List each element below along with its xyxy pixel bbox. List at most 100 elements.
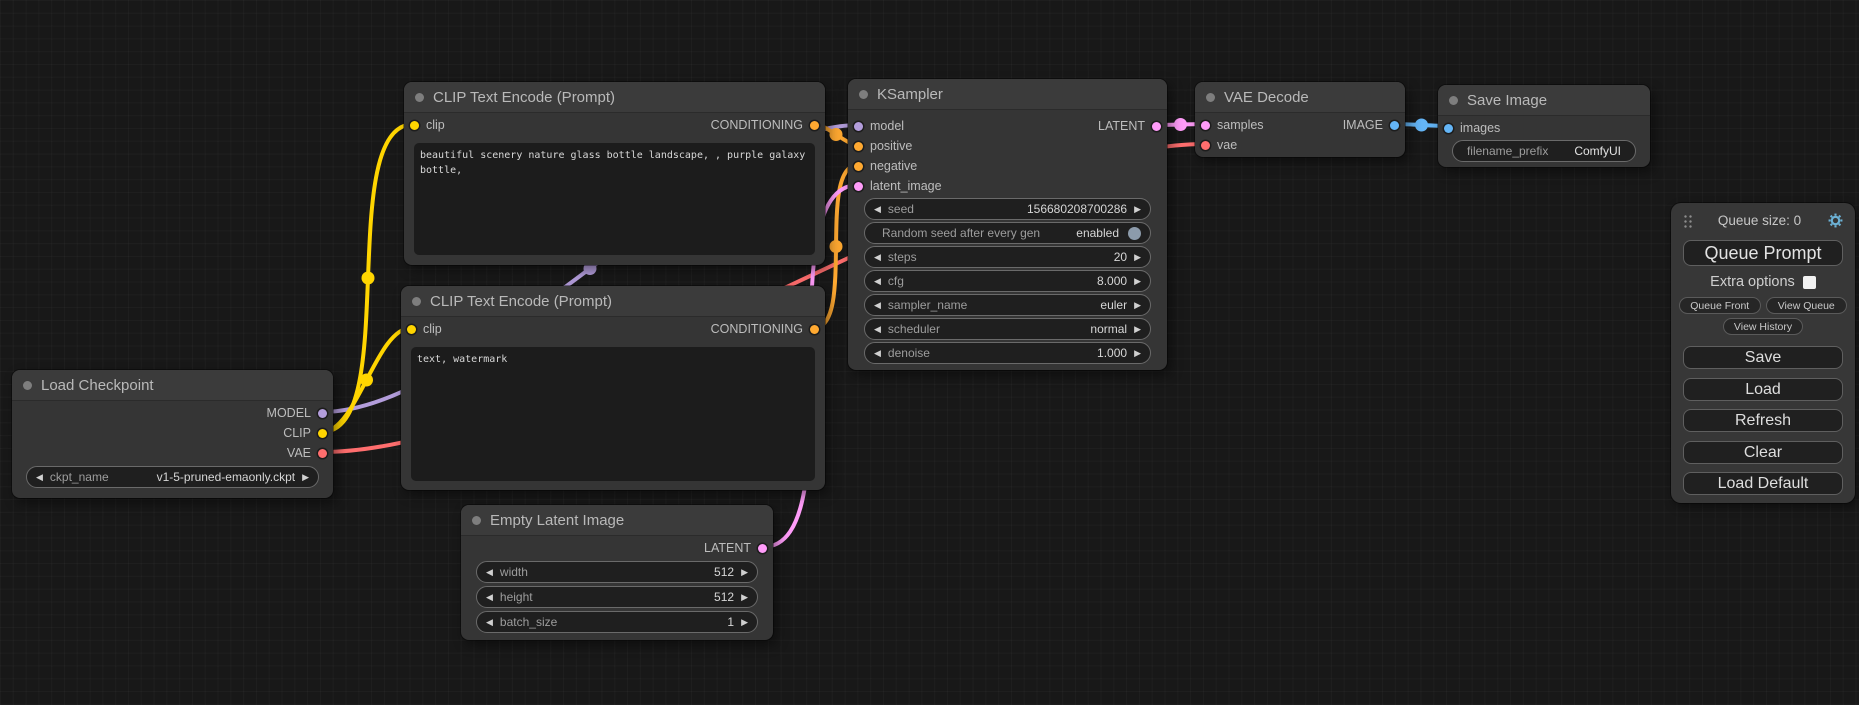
increment-arrow-icon[interactable]: ▶ xyxy=(1134,205,1141,214)
conditioning-output-port[interactable] xyxy=(810,121,819,130)
node-collapse-dot[interactable] xyxy=(1206,93,1215,102)
extra-options-checkbox[interactable] xyxy=(1803,276,1816,289)
node-title-bar[interactable]: CLIP Text Encode (Prompt) xyxy=(404,82,825,113)
model-output-port[interactable] xyxy=(318,409,327,418)
output-label-conditioning: CONDITIONING xyxy=(711,118,803,132)
link-midpoint-dot[interactable] xyxy=(1174,118,1187,131)
model-input-port[interactable] xyxy=(854,122,863,131)
decrement-arrow-icon[interactable]: ◀ xyxy=(486,568,493,577)
save-button[interactable]: Save xyxy=(1683,346,1843,369)
filename-prefix-widget[interactable]: filename_prefix ComfyUI xyxy=(1452,140,1636,162)
positive-input-port[interactable] xyxy=(854,142,863,151)
height-widget[interactable]: ◀ height 512 ▶ xyxy=(476,586,758,608)
node-collapse-dot[interactable] xyxy=(1449,96,1458,105)
node-collapse-dot[interactable] xyxy=(415,93,424,102)
node-collapse-dot[interactable] xyxy=(23,381,32,390)
input-label-vae: vae xyxy=(1217,138,1237,152)
vae-output-port[interactable] xyxy=(318,449,327,458)
link-midpoint-dot[interactable] xyxy=(362,272,375,285)
width-widget[interactable]: ◀ width 512 ▶ xyxy=(476,561,758,583)
node-vae-decode[interactable]: VAE Decode samples IMAGE vae xyxy=(1195,82,1405,157)
increment-arrow-icon[interactable]: ▶ xyxy=(1134,349,1141,358)
seed-widget[interactable]: ◀ seed 156680208700286 ▶ xyxy=(864,198,1151,220)
drag-handle[interactable] xyxy=(1682,213,1692,228)
refresh-button[interactable]: Refresh xyxy=(1683,409,1843,432)
settings-gear-icon[interactable] xyxy=(1827,212,1844,229)
steps-widget[interactable]: ◀ steps 20 ▶ xyxy=(864,246,1151,268)
node-title-bar[interactable]: VAE Decode xyxy=(1195,82,1405,113)
node-load-checkpoint[interactable]: Load Checkpoint MODEL CLIP VAE ◀ ckpt_na… xyxy=(12,370,333,498)
decrement-arrow-icon[interactable]: ◀ xyxy=(486,618,493,627)
batch-size-widget[interactable]: ◀ batch_size 1 ▶ xyxy=(476,611,758,633)
increment-arrow-icon[interactable]: ▶ xyxy=(741,568,748,577)
link-midpoint-dot[interactable] xyxy=(1415,119,1428,132)
node-ksampler[interactable]: KSampler model LATENT positive negative … xyxy=(848,79,1167,370)
decrement-arrow-icon[interactable]: ◀ xyxy=(874,277,881,286)
node-title-bar[interactable]: Empty Latent Image xyxy=(461,505,773,536)
node-title-bar[interactable]: KSampler xyxy=(848,79,1167,110)
node-clip-text-encode-positive[interactable]: CLIP Text Encode (Prompt) clip CONDITION… xyxy=(404,82,825,265)
negative-input-port[interactable] xyxy=(854,162,863,171)
load-button[interactable]: Load xyxy=(1683,378,1843,401)
decrement-arrow-icon[interactable]: ◀ xyxy=(36,473,43,482)
increment-arrow-icon[interactable]: ▶ xyxy=(741,618,748,627)
node-title: Load Checkpoint xyxy=(41,377,154,394)
link-midpoint-dot[interactable] xyxy=(830,128,843,141)
scheduler-widget[interactable]: ◀ scheduler normal ▶ xyxy=(864,318,1151,340)
load-default-button[interactable]: Load Default xyxy=(1683,472,1843,495)
toggle-enabled-dot[interactable] xyxy=(1128,227,1141,240)
decrement-arrow-icon[interactable]: ◀ xyxy=(874,325,881,334)
decrement-arrow-icon[interactable]: ◀ xyxy=(486,593,493,602)
latent-output-port[interactable] xyxy=(758,544,767,553)
negative-prompt-textarea[interactable]: text, watermark xyxy=(411,347,815,481)
positive-prompt-textarea[interactable]: beautiful scenery nature glass bottle la… xyxy=(414,143,815,255)
input-label-samples: samples xyxy=(1217,118,1264,132)
denoise-widget[interactable]: ◀ denoise 1.000 ▶ xyxy=(864,342,1151,364)
clip-output-port[interactable] xyxy=(318,429,327,438)
node-graph-canvas[interactable]: Load Checkpoint MODEL CLIP VAE ◀ ckpt_na… xyxy=(0,0,1859,705)
node-empty-latent-image[interactable]: Empty Latent Image LATENT ◀ width 512 ▶ … xyxy=(461,505,773,640)
node-collapse-dot[interactable] xyxy=(472,516,481,525)
queue-front-button[interactable]: Queue Front xyxy=(1679,297,1761,314)
increment-arrow-icon[interactable]: ▶ xyxy=(1134,277,1141,286)
samples-input-port[interactable] xyxy=(1201,121,1210,130)
conditioning-output-port[interactable] xyxy=(810,325,819,334)
output-label-conditioning: CONDITIONING xyxy=(711,322,803,336)
sampler-name-widget[interactable]: ◀ sampler_name euler ▶ xyxy=(864,294,1151,316)
node-title-bar[interactable]: Save Image xyxy=(1438,85,1650,116)
decrement-arrow-icon[interactable]: ◀ xyxy=(874,205,881,214)
ckpt-name-widget[interactable]: ◀ ckpt_name v1-5-pruned-emaonly.ckpt ▶ xyxy=(26,466,319,488)
increment-arrow-icon[interactable]: ▶ xyxy=(302,473,309,482)
increment-arrow-icon[interactable]: ▶ xyxy=(1134,253,1141,262)
latent-output-port[interactable] xyxy=(1152,122,1161,131)
widget-value: normal xyxy=(947,322,1127,336)
view-queue-button[interactable]: View Queue xyxy=(1766,297,1848,314)
input-label-latent-image: latent_image xyxy=(870,179,942,193)
decrement-arrow-icon[interactable]: ◀ xyxy=(874,253,881,262)
vae-input-port[interactable] xyxy=(1201,141,1210,150)
node-clip-text-encode-negative[interactable]: CLIP Text Encode (Prompt) clip CONDITION… xyxy=(401,286,825,490)
decrement-arrow-icon[interactable]: ◀ xyxy=(874,301,881,310)
queue-prompt-button[interactable]: Queue Prompt xyxy=(1683,240,1843,266)
node-save-image[interactable]: Save Image images filename_prefix ComfyU… xyxy=(1438,85,1650,167)
random-seed-toggle-widget[interactable]: Random seed after every gen enabled xyxy=(864,222,1151,244)
increment-arrow-icon[interactable]: ▶ xyxy=(1134,325,1141,334)
link-midpoint-dot[interactable] xyxy=(360,374,373,387)
view-history-button[interactable]: View History xyxy=(1723,318,1803,335)
node-title-bar[interactable]: Load Checkpoint xyxy=(12,370,333,401)
clip-input-port[interactable] xyxy=(407,325,416,334)
output-label-image: IMAGE xyxy=(1343,118,1383,132)
increment-arrow-icon[interactable]: ▶ xyxy=(741,593,748,602)
clip-input-port[interactable] xyxy=(410,121,419,130)
node-collapse-dot[interactable] xyxy=(412,297,421,306)
clear-button[interactable]: Clear xyxy=(1683,441,1843,464)
increment-arrow-icon[interactable]: ▶ xyxy=(1134,301,1141,310)
cfg-widget[interactable]: ◀ cfg 8.000 ▶ xyxy=(864,270,1151,292)
images-input-port[interactable] xyxy=(1444,124,1453,133)
decrement-arrow-icon[interactable]: ◀ xyxy=(874,349,881,358)
latent-image-input-port[interactable] xyxy=(854,182,863,191)
node-title-bar[interactable]: CLIP Text Encode (Prompt) xyxy=(401,286,825,317)
image-output-port[interactable] xyxy=(1390,121,1399,130)
node-collapse-dot[interactable] xyxy=(859,90,868,99)
link-midpoint-dot[interactable] xyxy=(830,240,843,253)
